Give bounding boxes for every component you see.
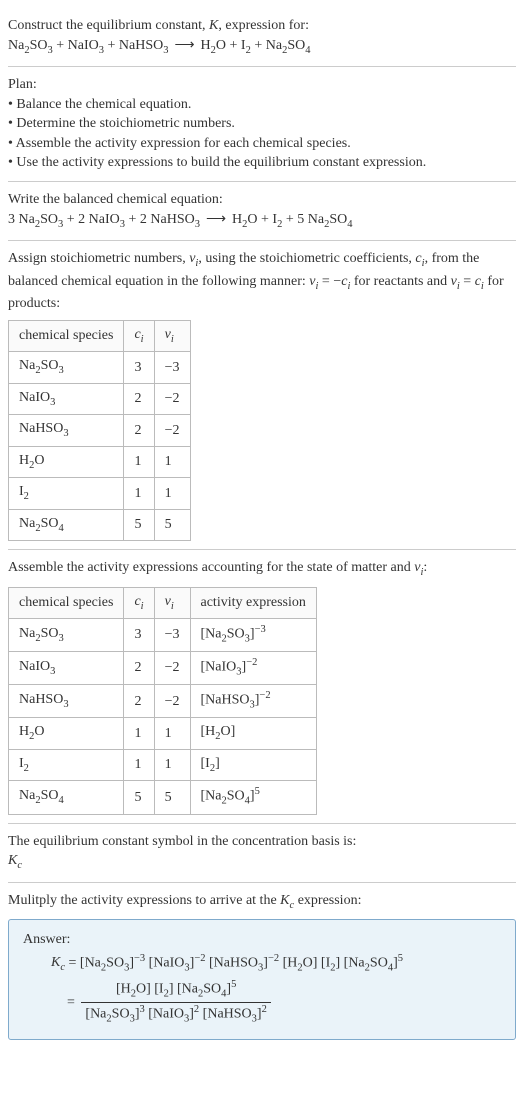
cell-nui: −2 <box>154 383 190 414</box>
cell-ci: 3 <box>124 619 154 652</box>
cell-activity: [NaIO3]−2 <box>190 652 316 685</box>
cell-nui: −3 <box>154 619 190 652</box>
table-row: H2O11 <box>9 446 191 477</box>
table-row: NaIO32−2[NaIO3]−2 <box>9 652 317 685</box>
cell-ci: 5 <box>124 781 154 814</box>
cell-nui: −2 <box>154 415 190 446</box>
cell-nui: 1 <box>154 478 190 509</box>
cell-species: Na2SO4 <box>9 509 124 540</box>
table-row: NaHSO32−2 <box>9 415 191 446</box>
stoich-text: Assign stoichiometric numbers, νi, using… <box>8 249 516 314</box>
multiply-text: Mulitply the activity expressions to arr… <box>8 891 516 913</box>
fraction-numerator: [H2O] [I2] [Na2SO4]5 <box>81 978 270 1003</box>
stoich-table: chemical species ci νi Na2SO33−3 NaIO32−… <box>8 320 191 541</box>
table-row: Na2SO33−3 <box>9 352 191 383</box>
plan-item-text: Assemble the activity expression for eac… <box>16 136 351 151</box>
cell-ci: 2 <box>124 652 154 685</box>
intro-line1: Construct the equilibrium constant, K, e… <box>8 16 516 36</box>
cell-nui: −3 <box>154 352 190 383</box>
table-row: I211[I2] <box>9 749 317 780</box>
cell-species: NaIO3 <box>9 652 124 685</box>
cell-species: NaHSO3 <box>9 415 124 446</box>
table-row: Na2SO455[Na2SO4]5 <box>9 781 317 814</box>
stoich-section: Assign stoichiometric numbers, νi, using… <box>8 241 516 550</box>
cell-nui: 5 <box>154 509 190 540</box>
cell-ci: 2 <box>124 415 154 446</box>
cell-nui: 1 <box>154 749 190 780</box>
multiply-section: Mulitply the activity expressions to arr… <box>8 883 516 1049</box>
table-header-row: chemical species ci νi <box>9 320 191 351</box>
balanced-line1: Write the balanced chemical equation: <box>8 190 516 210</box>
cell-nui: −2 <box>154 652 190 685</box>
cell-ci: 2 <box>124 383 154 414</box>
cell-ci: 1 <box>124 446 154 477</box>
intro-section: Construct the equilibrium constant, K, e… <box>8 8 516 67</box>
table-row: H2O11[H2O] <box>9 718 317 749</box>
cell-species: Na2SO3 <box>9 619 124 652</box>
cell-species: H2O <box>9 718 124 749</box>
col-species: chemical species <box>9 587 124 618</box>
table-row: Na2SO455 <box>9 509 191 540</box>
activity-text: Assemble the activity expressions accoun… <box>8 558 516 580</box>
cell-activity: [H2O] <box>190 718 316 749</box>
plan-item-text: Determine the stoichiometric numbers. <box>16 116 235 131</box>
cell-ci: 2 <box>124 685 154 718</box>
cell-species: NaHSO3 <box>9 685 124 718</box>
cell-ci: 1 <box>124 749 154 780</box>
plan-item: • Assemble the activity expression for e… <box>8 134 516 154</box>
answer-label: Answer: <box>23 930 501 950</box>
symbol-section: The equilibrium constant symbol in the c… <box>8 824 516 883</box>
plan-section: Plan: • Balance the chemical equation. •… <box>8 67 516 182</box>
plan-item: • Balance the chemical equation. <box>8 95 516 115</box>
table-row: I211 <box>9 478 191 509</box>
cell-ci: 1 <box>124 718 154 749</box>
table-row: NaIO32−2 <box>9 383 191 414</box>
plan-item: • Determine the stoichiometric numbers. <box>8 114 516 134</box>
cell-species: I2 <box>9 749 124 780</box>
col-nui: νi <box>154 587 190 618</box>
table-row: Na2SO33−3[Na2SO3]−3 <box>9 619 317 652</box>
plan-item-text: Use the activity expressions to build th… <box>16 155 426 170</box>
cell-activity: [Na2SO3]−3 <box>190 619 316 652</box>
answer-equation-frac: = [H2O] [I2] [Na2SO4]5 [Na2SO3]3 [NaIO3]… <box>23 978 501 1027</box>
cell-species: H2O <box>9 446 124 477</box>
cell-nui: 1 <box>154 446 190 477</box>
cell-activity: [Na2SO4]5 <box>190 781 316 814</box>
col-nui: νi <box>154 320 190 351</box>
symbol-line1: The equilibrium constant symbol in the c… <box>8 832 516 852</box>
cell-activity: [I2] <box>190 749 316 780</box>
col-species: chemical species <box>9 320 124 351</box>
plan-item-text: Balance the chemical equation. <box>16 97 191 112</box>
balanced-equation: 3 Na2SO3 + 2 NaIO3 + 2 NaHSO3⟶H2O + I2 +… <box>8 210 516 232</box>
col-ci: ci <box>124 587 154 618</box>
activity-table: chemical species ci νi activity expressi… <box>8 587 317 815</box>
cell-nui: 1 <box>154 718 190 749</box>
balanced-section: Write the balanced chemical equation: 3 … <box>8 182 516 241</box>
answer-equation-flat: Kc = [Na2SO3]−3 [NaIO3]−2 [NaHSO3]−2 [H2… <box>23 952 501 976</box>
intro-equation: Na2SO3 + NaIO3 + NaHSO3⟶H2O + I2 + Na2SO… <box>8 36 516 58</box>
cell-species: I2 <box>9 478 124 509</box>
table-header-row: chemical species ci νi activity expressi… <box>9 587 317 618</box>
plan-heading: Plan: <box>8 75 516 95</box>
col-activity: activity expression <box>190 587 316 618</box>
cell-species: NaIO3 <box>9 383 124 414</box>
cell-nui: 5 <box>154 781 190 814</box>
cell-species: Na2SO4 <box>9 781 124 814</box>
activity-section: Assemble the activity expressions accoun… <box>8 550 516 824</box>
cell-activity: [NaHSO3]−2 <box>190 685 316 718</box>
fraction-denominator: [Na2SO3]3 [NaIO3]2 [NaHSO3]2 <box>81 1003 270 1027</box>
cell-species: Na2SO3 <box>9 352 124 383</box>
cell-nui: −2 <box>154 685 190 718</box>
cell-ci: 3 <box>124 352 154 383</box>
symbol-kc: Kc <box>8 851 516 873</box>
plan-item: • Use the activity expressions to build … <box>8 153 516 173</box>
table-row: NaHSO32−2[NaHSO3]−2 <box>9 685 317 718</box>
cell-ci: 5 <box>124 509 154 540</box>
answer-box: Answer: Kc = [Na2SO3]−3 [NaIO3]−2 [NaHSO… <box>8 919 516 1040</box>
col-ci: ci <box>124 320 154 351</box>
cell-ci: 1 <box>124 478 154 509</box>
